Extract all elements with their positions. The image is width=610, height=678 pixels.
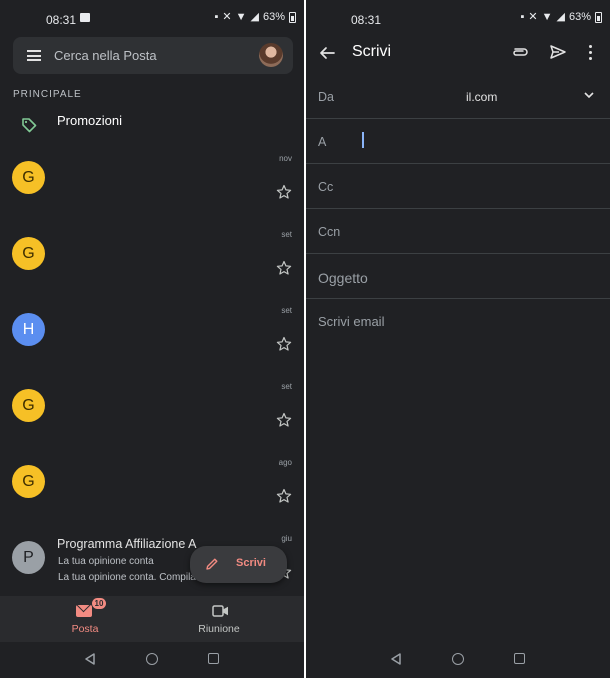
email-date: set: [281, 230, 292, 239]
data-speed-icon: ▪: [214, 11, 219, 23]
status-time: 08:31: [351, 13, 382, 27]
send-icon[interactable]: [549, 43, 567, 61]
mute-icon: ✕: [528, 11, 538, 23]
system-icons: ▪ ✕ ▼ ◢ 63%: [520, 11, 602, 23]
system-navigation-bar: [0, 642, 304, 678]
sender-avatar: G: [12, 465, 45, 498]
gmail-inbox-screen: 08:31 ▪ ✕ ▼ ◢ 63% Cerca nella Posta PRIN…: [0, 0, 304, 678]
subject-field[interactable]: Oggetto: [306, 254, 610, 299]
from-label: Da: [318, 90, 334, 104]
compose-fab-label: Scrivi: [236, 557, 266, 569]
nav-tab-mail[interactable]: 10 Posta: [40, 596, 130, 642]
search-bar[interactable]: Cerca nella Posta: [13, 37, 293, 74]
system-icons: ▪ ✕ ▼ ◢ 63%: [214, 11, 296, 23]
nav-tab-meet[interactable]: Riunione: [174, 596, 264, 642]
mail-icon-wrap: [76, 604, 94, 618]
email-date: ago: [278, 458, 292, 467]
tag-icon: [22, 118, 37, 133]
promotions-label: Promozioni: [57, 113, 123, 128]
text-cursor: [362, 132, 364, 148]
battery-percent: 63%: [568, 11, 591, 23]
compose-title: Scrivi: [352, 43, 392, 60]
unread-badge: 10: [92, 598, 106, 609]
video-camera-icon: [212, 605, 228, 617]
status-bar: 08:31 ▪ ✕ ▼ ◢ 63%: [306, 0, 610, 36]
email-date: giu: [281, 534, 292, 543]
star-icon[interactable]: [276, 336, 292, 352]
battery-icon: [595, 11, 602, 23]
recents-square-icon[interactable]: [208, 653, 219, 664]
email-date: set: [281, 306, 292, 315]
bcc-label: Ccn: [318, 225, 341, 239]
bcc-field[interactable]: Ccn: [306, 209, 610, 254]
email-sender: Programma Affiliazione A: [57, 537, 197, 551]
bottom-navigation: 10 Posta Riunione: [0, 596, 304, 642]
sender-avatar: G: [12, 161, 45, 194]
email-row[interactable]: Gnov: [0, 154, 304, 237]
nav-meet-label: Riunione: [198, 623, 240, 635]
wifi-icon: ▼: [235, 11, 247, 23]
chevron-down-icon[interactable]: [584, 92, 594, 99]
from-field[interactable]: Da il.com: [306, 74, 610, 119]
signal-icon: ◢: [556, 11, 565, 23]
signal-icon: ◢: [250, 11, 259, 23]
system-navigation-bar: [306, 642, 610, 678]
star-icon[interactable]: [276, 488, 292, 504]
more-options-icon[interactable]: [589, 45, 593, 61]
email-row[interactable]: Gset: [0, 230, 304, 313]
to-label: A: [318, 135, 327, 149]
status-bar: 08:31 ▪ ✕ ▼ ◢ 63%: [0, 0, 304, 36]
recents-square-icon[interactable]: [514, 653, 525, 664]
star-icon[interactable]: [276, 184, 292, 200]
promotions-row[interactable]: Promozioni: [0, 108, 304, 142]
to-field[interactable]: A: [306, 119, 610, 164]
pencil-icon: [206, 558, 218, 570]
compose-toolbar: Scrivi: [306, 36, 610, 72]
sender-avatar: H: [12, 313, 45, 346]
compose-fab-button[interactable]: Scrivi: [190, 546, 287, 583]
compose-screen: 08:31 ▪ ✕ ▼ ◢ 63% Scrivi Da il.com A Cc …: [306, 0, 610, 678]
battery-icon: [289, 11, 296, 23]
home-circle-icon[interactable]: [146, 653, 158, 665]
status-time: 08:31: [46, 13, 77, 27]
email-row[interactable]: Gago: [0, 458, 304, 541]
subject-placeholder[interactable]: Oggetto: [318, 270, 368, 286]
email-date: set: [281, 382, 292, 391]
sender-avatar: P: [12, 541, 45, 574]
menu-icon[interactable]: [27, 50, 41, 61]
cc-field[interactable]: Cc: [306, 164, 610, 209]
gallery-notification-icon: [80, 13, 90, 22]
sender-avatar: G: [12, 237, 45, 270]
battery-percent: 63%: [262, 11, 285, 23]
section-label: PRINCIPALE: [13, 89, 82, 100]
email-row[interactable]: Hset: [0, 306, 304, 389]
data-speed-icon: ▪: [520, 11, 525, 23]
email-row[interactable]: Gset: [0, 382, 304, 465]
cc-label: Cc: [318, 180, 334, 194]
sender-avatar: G: [12, 389, 45, 422]
email-subject: La tua opinione conta: [58, 556, 154, 567]
back-triangle-icon[interactable]: [84, 653, 96, 665]
account-avatar[interactable]: [259, 43, 283, 67]
email-date: nov: [279, 154, 292, 163]
attachment-icon[interactable]: [511, 45, 529, 59]
wifi-icon: ▼: [541, 11, 553, 23]
star-icon[interactable]: [276, 260, 292, 276]
home-circle-icon[interactable]: [452, 653, 464, 665]
search-placeholder[interactable]: Cerca nella Posta: [54, 48, 157, 63]
mute-icon: ✕: [222, 11, 232, 23]
back-triangle-icon[interactable]: [390, 653, 402, 665]
nav-mail-label: Posta: [71, 623, 99, 635]
star-icon[interactable]: [276, 412, 292, 428]
mail-icon: [76, 605, 92, 617]
from-value[interactable]: il.com: [466, 90, 497, 104]
back-arrow-icon[interactable]: [318, 44, 336, 62]
body-placeholder[interactable]: Scrivi email: [318, 314, 384, 329]
